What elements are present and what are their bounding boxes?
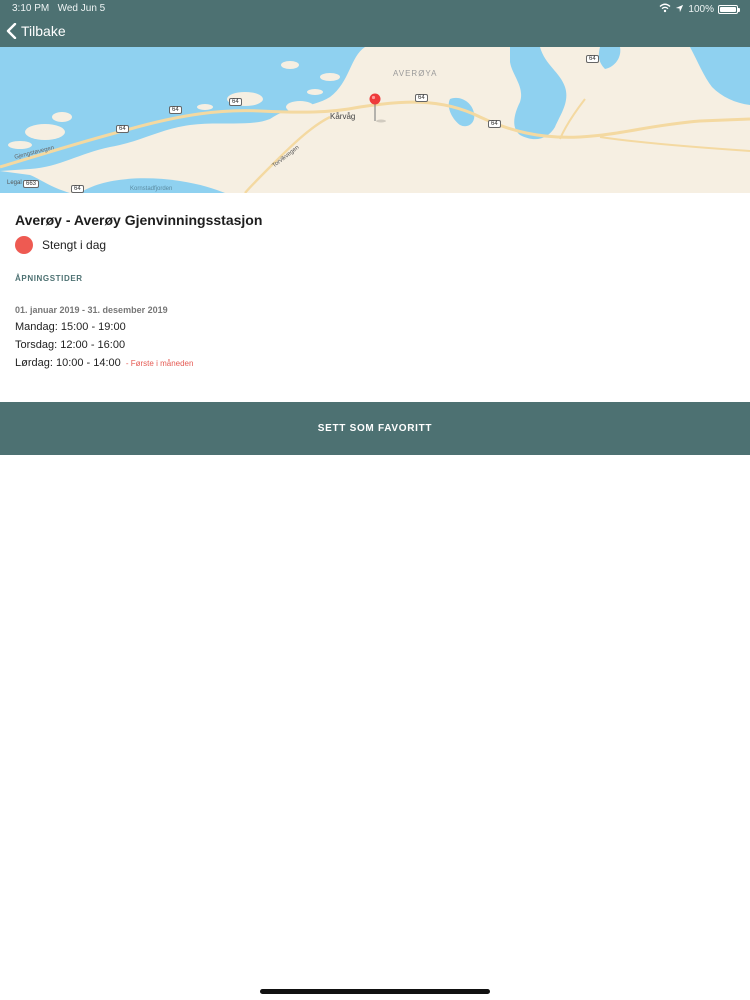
wifi-icon: [659, 3, 671, 16]
open-status: Stengt i dag: [15, 236, 106, 254]
hours-text: Lørdag: 10:00 - 14:00: [15, 357, 121, 369]
map-street-label: Kornstadfjorden: [130, 186, 173, 192]
status-clock: 3:10 PM: [12, 3, 50, 14]
road-shield: 64: [169, 106, 182, 114]
status-right: 100%: [659, 3, 740, 16]
hours-row: Mandag: 15:00 - 19:00: [15, 321, 193, 339]
road-shield: 64: [71, 185, 84, 193]
chevron-left-icon: [6, 23, 17, 39]
map-attribution-link[interactable]: Legal: [7, 180, 22, 186]
map-town-label: Kårvåg: [330, 112, 356, 121]
hours-row: Torsdag: 12:00 - 16:00: [15, 339, 193, 357]
road-shield: 64: [415, 94, 428, 102]
opening-hours-list: Mandag: 15:00 - 19:00 Torsdag: 12:00 - 1…: [15, 321, 193, 375]
status-time: 3:10 PM Wed Jun 5: [12, 3, 105, 14]
status-text: Stengt i dag: [42, 238, 107, 252]
road-shield: 64: [116, 125, 129, 133]
set-favorite-button[interactable]: SETT SOM FAVORITT: [0, 402, 750, 455]
closed-status-indicator: [15, 236, 33, 254]
set-favorite-label: SETT SOM FAVORITT: [317, 423, 433, 434]
location-arrow-icon: [675, 4, 684, 16]
hours-text: Torsdag: 12:00 - 16:00: [15, 339, 126, 351]
hours-row: Lørdag: 10:00 - 14:00 - Første i måneden: [15, 357, 193, 375]
battery-icon: [718, 5, 740, 14]
opening-hours-heading: ÅPNINGSTIDER: [15, 274, 83, 283]
station-title: Averøy - Averøy Gjenvinningsstasjon: [15, 212, 263, 228]
map-region-label: AVERØYA: [393, 69, 438, 78]
back-button[interactable]: Tilbake: [6, 20, 66, 42]
road-shield: 64: [488, 120, 501, 128]
hours-text: Mandag: 15:00 - 19:00: [15, 321, 126, 333]
home-indicator[interactable]: [260, 989, 490, 994]
battery-percent: 100%: [688, 4, 714, 15]
status-date: Wed Jun 5: [57, 3, 106, 14]
location-map[interactable]: AVERØYA Kårvåg Gjengstøvegen Torvikvegen…: [0, 47, 750, 193]
road-shield: 64: [586, 55, 599, 63]
top-bar: 3:10 PM Wed Jun 5 100% Tilbake: [0, 0, 750, 47]
station-details: Averøy - Averøy Gjenvinningsstasjon Sten…: [15, 212, 735, 369]
opening-period: 01. januar 2019 - 31. desember 2019: [15, 305, 168, 315]
status-bar: 3:10 PM Wed Jun 5 100%: [0, 0, 750, 18]
road-shield: 64: [229, 98, 242, 106]
back-label: Tilbake: [21, 23, 66, 39]
hours-note: - Første i måneden: [125, 359, 194, 368]
road-shield: 663: [23, 180, 40, 188]
